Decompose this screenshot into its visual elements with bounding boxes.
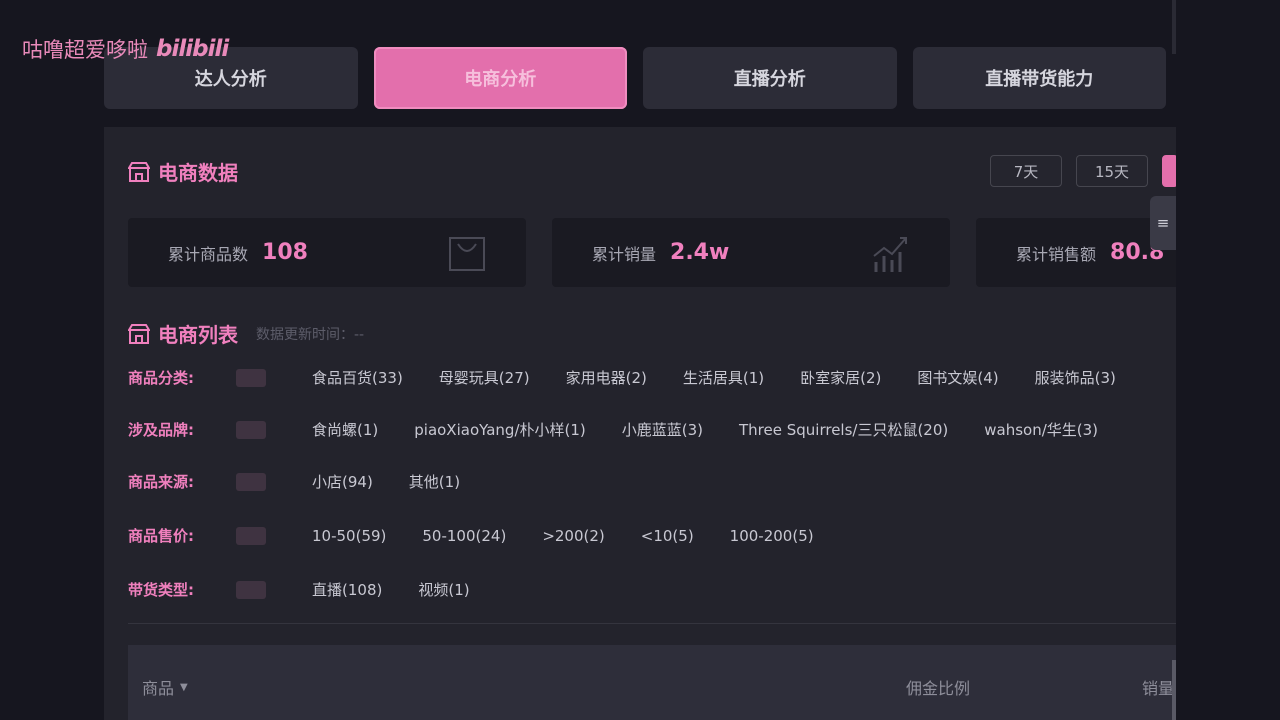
analysis-tabs: 达人分析 电商分析 直播分析 直播带货能力	[104, 47, 1166, 109]
tab-live-analysis[interactable]: 直播分析	[643, 47, 897, 109]
filter-option[interactable]: 食尚螺(1)	[312, 419, 378, 440]
filter-label: 商品来源:	[128, 473, 194, 491]
filter-option[interactable]: >200(2)	[542, 527, 604, 545]
filter-option[interactable]: 视频(1)	[418, 579, 469, 600]
ecommerce-panel: 电商数据 7天 15天 累计商品数 108 累计销量 2.4w 累计销售额 80…	[104, 127, 1176, 720]
side-menu-tab[interactable]: ≡	[1150, 196, 1176, 250]
filter-label: 商品分类:	[128, 369, 194, 387]
stat-card-revenue: 累计销售额 80.8	[976, 218, 1176, 287]
shopping-bag-icon	[448, 234, 486, 276]
filter-row-type: 带货类型: 直播(108) 视频(1)	[128, 579, 506, 600]
scrollbar-thumb[interactable]	[1172, 660, 1176, 720]
filter-option[interactable]: 服装饰品(3)	[1035, 367, 1116, 388]
column-product[interactable]: 商品 ▼	[142, 675, 188, 699]
section-divider	[128, 623, 1176, 624]
filter-option[interactable]: 小店(94)	[312, 471, 373, 492]
watermark-text: 咕噜超爱哆啦	[22, 38, 148, 62]
range-15-days-button[interactable]: 15天	[1076, 155, 1148, 187]
filter-row-source: 商品来源: 小店(94) 其他(1)	[128, 471, 496, 492]
filter-label: 涉及品牌:	[128, 421, 194, 439]
store-icon	[128, 161, 150, 183]
menu-icon: ≡	[1156, 214, 1170, 232]
stat-value: 2.4w	[670, 240, 730, 265]
filter-label: 商品售价:	[128, 527, 194, 545]
store-icon	[128, 323, 150, 345]
stat-card-sales: 累计销量 2.4w	[552, 218, 950, 287]
filter-option[interactable]: 生活居具(1)	[683, 367, 764, 388]
ecommerce-data-title: 电商数据	[128, 157, 238, 186]
stat-value: 108	[262, 240, 308, 265]
filter-option[interactable]: 图书文娱(4)	[917, 367, 998, 388]
column-label: 销量	[1142, 679, 1175, 698]
filter-option[interactable]: Three Squirrels/三只松鼠(20)	[739, 419, 948, 440]
filter-option[interactable]: 10-50(59)	[312, 527, 386, 545]
filter-option[interactable]: 小鹿蓝蓝(3)	[622, 419, 703, 440]
column-commission[interactable]: 佣金比例	[906, 675, 970, 699]
filter-all-option[interactable]	[236, 420, 266, 439]
filter-row-category: 商品分类: 食品百货(33) 母婴玩具(27) 家用电器(2) 生活居具(1) …	[128, 367, 1152, 388]
tab-live-selling-ability[interactable]: 直播带货能力	[912, 47, 1166, 109]
filter-option[interactable]: <10(5)	[641, 527, 694, 545]
page-edge	[1176, 0, 1280, 720]
caret-down-icon: ▼	[180, 681, 188, 693]
section-title-text: 电商列表	[158, 323, 238, 347]
filter-all-option[interactable]	[236, 472, 266, 491]
trend-chart-icon	[870, 234, 910, 278]
stats-row: 累计商品数 108 累计销量 2.4w 累计销售额 80.8	[128, 218, 1176, 287]
table-header: 商品 ▼ 佣金比例 销量	[128, 645, 1176, 720]
filter-row-brand: 涉及品牌: 食尚螺(1) piaoXiaoYang/朴小样(1) 小鹿蓝蓝(3)…	[128, 419, 1134, 440]
column-sales[interactable]: 销量	[1142, 675, 1174, 699]
filter-option[interactable]: 家用电器(2)	[566, 367, 647, 388]
stat-label: 累计商品数	[168, 244, 249, 264]
filter-all-option[interactable]	[236, 526, 266, 545]
filter-option[interactable]: 食品百货(33)	[312, 367, 403, 388]
column-label: 佣金比例	[906, 679, 971, 698]
stat-card-products: 累计商品数 108	[128, 218, 526, 287]
filter-option[interactable]: 其他(1)	[409, 471, 460, 492]
filter-row-price: 商品售价: 10-50(59) 50-100(24) >200(2) <10(5…	[128, 525, 850, 546]
filter-option[interactable]: 母婴玩具(27)	[439, 367, 530, 388]
range-7-days-button[interactable]: 7天	[990, 155, 1062, 187]
filter-option[interactable]: 卧室家居(2)	[800, 367, 881, 388]
filter-label: 带货类型:	[128, 581, 194, 599]
update-time-note: 数据更新时间：--	[256, 326, 365, 343]
filter-all-option[interactable]	[236, 580, 266, 599]
range-active-button[interactable]	[1162, 155, 1176, 187]
stat-label: 累计销售额	[1016, 244, 1097, 264]
filter-option[interactable]: 100-200(5)	[730, 527, 814, 545]
filter-option[interactable]: 50-100(24)	[422, 527, 506, 545]
section-title-text: 电商数据	[158, 161, 238, 185]
tab-ecommerce-analysis[interactable]: 电商分析	[373, 47, 627, 109]
filter-option[interactable]: 直播(108)	[312, 579, 382, 600]
filter-option[interactable]: piaoXiaoYang/朴小样(1)	[414, 419, 586, 440]
bilibili-logo: bilibili	[156, 36, 229, 62]
stat-label: 累计销量	[592, 244, 657, 264]
filter-all-option[interactable]	[236, 368, 266, 387]
watermark: 咕噜超爱哆啦 bilibili	[22, 34, 229, 64]
ecommerce-list-title: 电商列表 数据更新时间：--	[128, 319, 364, 348]
column-label: 商品	[142, 679, 175, 698]
date-range-selector: 7天 15天	[990, 155, 1176, 187]
filter-option[interactable]: wahson/华生(3)	[984, 419, 1098, 440]
